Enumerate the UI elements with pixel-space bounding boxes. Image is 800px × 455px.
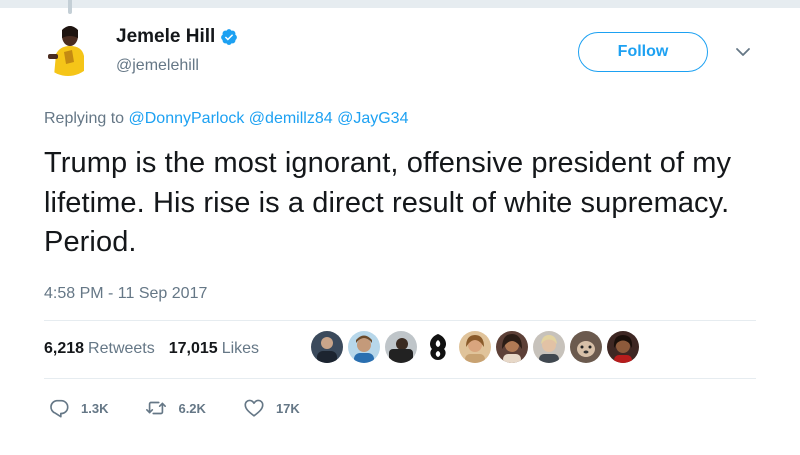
retweets-label: Retweets: [88, 340, 155, 357]
follow-button[interactable]: Follow: [578, 32, 708, 72]
likes-stat[interactable]: 17,015 Likes: [169, 340, 259, 358]
person-icon: [613, 335, 633, 363]
like-count: 17K: [275, 400, 300, 416]
reply-context-prefix: Replying to: [44, 110, 125, 127]
reply-mention-link[interactable]: @DonnyParlock: [129, 110, 245, 127]
retweets-stat[interactable]: 6,218 Retweets: [44, 340, 155, 358]
liker-avatar[interactable]: [496, 331, 528, 363]
liker-avatars: [311, 331, 644, 363]
retweet-icon: [146, 401, 167, 415]
author-name[interactable]: Jemele Hill: [116, 26, 215, 48]
tweet-timestamp[interactable]: 4:58 PM - 11 Sep 2017: [44, 285, 207, 303]
retweet-count: 6.2K: [178, 400, 206, 416]
pet-icon: [577, 341, 595, 357]
liker-avatar[interactable]: [311, 331, 343, 363]
likes-count: 17,015: [168, 340, 218, 357]
retweets-count: 6,218: [44, 340, 85, 357]
liker-avatar[interactable]: [348, 331, 380, 363]
likes-label: Likes: [221, 340, 260, 357]
reply-icon: [50, 399, 69, 418]
author-name-row: Jemele Hill: [116, 26, 238, 48]
thread-connector-line: [68, 0, 72, 14]
reply-mention-link[interactable]: @JayG34: [337, 110, 408, 127]
person-icon: [465, 335, 485, 363]
author-avatar[interactable]: [40, 20, 96, 76]
liker-avatar[interactable]: [607, 331, 639, 363]
reply-context: Replying to @DonnyParlock @demillz84 @Ja…: [44, 110, 408, 128]
person-icon: [502, 334, 522, 363]
heart-icon: [244, 399, 264, 417]
verified-badge-icon: [221, 29, 238, 45]
reply-count: 1.3K: [81, 400, 109, 416]
thread-top-strip: [0, 0, 800, 8]
tribal-emblem-icon: [430, 334, 446, 360]
liker-avatar[interactable]: [385, 331, 417, 363]
chevron-down-icon[interactable]: [733, 42, 753, 62]
person-icon: [539, 335, 559, 363]
liker-avatar[interactable]: [533, 331, 565, 363]
profile-photo-icon: [40, 20, 96, 76]
divider: [44, 378, 756, 379]
tweet-text: Trump is the most ignorant, offensive pr…: [44, 147, 732, 258]
reply-action[interactable]: 1.3K: [48, 397, 108, 419]
tweet-actions: 1.3K 6.2K 17K: [48, 397, 337, 419]
person-icon: [389, 338, 413, 363]
person-icon: [317, 337, 337, 363]
person-icon: [354, 335, 374, 363]
liker-avatar[interactable]: [570, 331, 602, 363]
liker-avatar[interactable]: [422, 331, 454, 363]
reply-mention-link[interactable]: @demillz84: [249, 110, 333, 127]
liker-avatar[interactable]: [459, 331, 491, 363]
like-action[interactable]: 17K: [243, 397, 300, 419]
retweet-action[interactable]: 6.2K: [145, 397, 206, 419]
author-handle[interactable]: @jemelehill: [116, 57, 199, 75]
divider: [44, 320, 756, 321]
engagement-stats: 6,218 Retweets 17,015 Likes: [44, 340, 273, 358]
